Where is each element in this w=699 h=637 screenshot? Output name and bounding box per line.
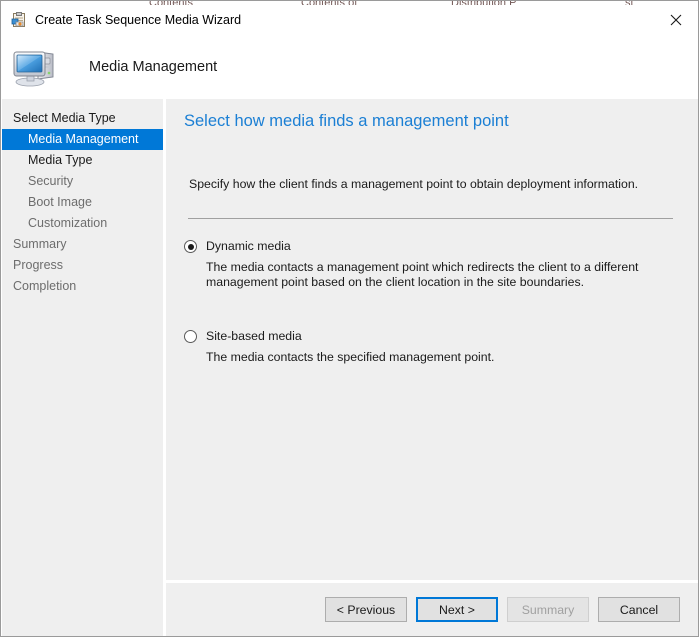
sidebar-item-media-management[interactable]: Media Management bbox=[2, 129, 163, 150]
wizard-footer: < Previous Next > Summary Cancel bbox=[166, 583, 699, 637]
window-title: Create Task Sequence Media Wizard bbox=[35, 13, 241, 27]
task-sequence-media-icon bbox=[11, 12, 27, 28]
sidebar-item-summary[interactable]: Summary bbox=[2, 234, 163, 255]
sidebar-item-select-media-type[interactable]: Select Media Type bbox=[2, 108, 163, 129]
option-site-based-media[interactable]: Site-based media The media contacts the … bbox=[184, 328, 676, 365]
computer-icon bbox=[12, 43, 60, 91]
wizard-window: ContentsContents ofDistribution Pst Crea… bbox=[0, 0, 699, 637]
sidebar-item-boot-image[interactable]: Boot Image bbox=[2, 192, 163, 213]
sidebar-item-progress[interactable]: Progress bbox=[2, 255, 163, 276]
option-dynamic-media[interactable]: Dynamic media The media contacts a manag… bbox=[184, 238, 676, 290]
titlebar: Create Task Sequence Media Wizard bbox=[2, 5, 699, 34]
radio-dynamic-media[interactable] bbox=[184, 240, 197, 253]
close-icon[interactable] bbox=[653, 5, 699, 34]
option-dynamic-media-label: Dynamic media bbox=[206, 238, 291, 254]
wizard-content: Select how media finds a management poin… bbox=[166, 99, 699, 637]
option-site-based-media-description: The media contacts the specified managem… bbox=[206, 350, 676, 365]
banner-title: Media Management bbox=[89, 59, 217, 75]
sidebar-item-media-type[interactable]: Media Type bbox=[2, 150, 163, 171]
radio-site-based-media[interactable] bbox=[184, 330, 197, 343]
next-button[interactable]: Next > bbox=[416, 597, 498, 622]
cancel-button[interactable]: Cancel bbox=[598, 597, 680, 622]
wizard-steps-nav: Select Media TypeMedia ManagementMedia T… bbox=[2, 99, 163, 637]
page-title: Select how media finds a management poin… bbox=[184, 112, 509, 131]
sidebar-item-completion[interactable]: Completion bbox=[2, 276, 163, 297]
content-separator bbox=[188, 218, 673, 219]
wizard-banner: Media Management bbox=[2, 34, 699, 99]
wizard-body: Select Media TypeMedia ManagementMedia T… bbox=[2, 99, 699, 637]
previous-button[interactable]: < Previous bbox=[325, 597, 407, 622]
page-description: Specify how the client finds a managemen… bbox=[189, 177, 638, 191]
option-dynamic-media-description: The media contacts a management point wh… bbox=[206, 260, 676, 290]
summary-button: Summary bbox=[507, 597, 589, 622]
option-site-based-media-label: Site-based media bbox=[206, 328, 302, 344]
sidebar-item-customization[interactable]: Customization bbox=[2, 213, 163, 234]
sidebar-item-security[interactable]: Security bbox=[2, 171, 163, 192]
